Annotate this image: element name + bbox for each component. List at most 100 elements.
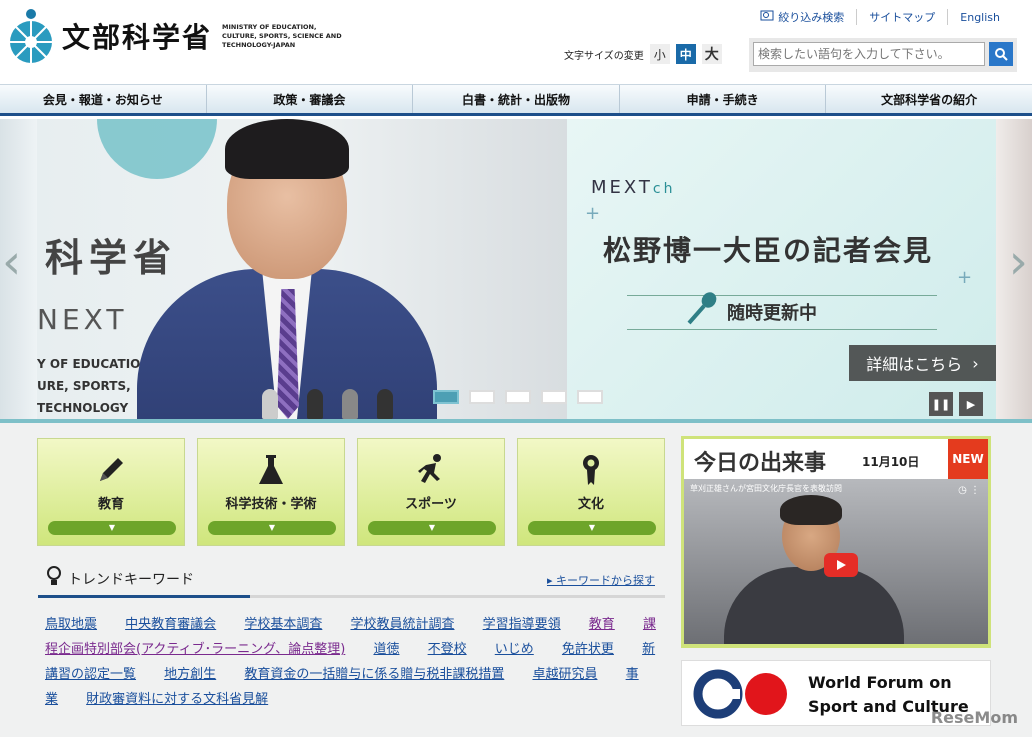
site-search xyxy=(749,38,1017,72)
category-label: スポーツ xyxy=(405,497,457,512)
search-by-keyword-link[interactable]: ▸ キーワードから探す xyxy=(547,572,655,588)
carousel-controls: ❚❚ ▶ xyxy=(929,392,983,416)
video-caption: 草刈正雄さんが宮田文化庁長官を表敬訪問 xyxy=(690,484,842,493)
pause-icon[interactable]: ❚❚ xyxy=(929,392,953,416)
trend-keyword-link[interactable]: 免許状更 xyxy=(562,642,614,657)
hero-subtitle: 随時更新中 xyxy=(727,303,817,324)
todays-events-header: 今日の出来事 11月10日 NEW xyxy=(684,439,988,479)
video-menu-icon[interactable]: ◷ ⋮ xyxy=(958,485,980,496)
trend-keyword-link[interactable]: 学校教員統計調査 xyxy=(350,617,454,632)
trend-underline xyxy=(38,595,250,598)
category-sports[interactable]: スポーツ ▼ xyxy=(357,438,505,546)
todays-events-title: 今日の出来事 xyxy=(694,450,827,476)
category-education[interactable]: 教育 ▼ xyxy=(37,438,185,546)
carousel-dot[interactable] xyxy=(469,390,495,404)
mext-logo-icon xyxy=(8,8,54,64)
site-logo[interactable]: 文部科学省 MINISTRY OF EDUCATION, CULTURE, SP… xyxy=(8,8,352,64)
nav-item-about[interactable]: 文部科学省の紹介 xyxy=(825,85,1032,113)
trend-keyword-link[interactable]: 地方創生 xyxy=(164,667,216,682)
video-player[interactable]: 草刈正雄さんが宮田文化庁長官を表敬訪問 ◷ ⋮ xyxy=(684,479,988,644)
category-label: 文化 xyxy=(577,497,604,512)
filter-search-label: 絞り込み検索 xyxy=(778,11,845,24)
site-header: 文部科学省 MINISTRY OF EDUCATION, CULTURE, SP… xyxy=(0,0,1032,84)
trend-keyword-link[interactable]: 中央教育審議会 xyxy=(125,617,216,632)
chevron-down-icon: ▼ xyxy=(368,521,496,535)
search-icon xyxy=(995,48,1008,61)
trend-keyword-link[interactable]: 教育 xyxy=(589,617,615,632)
divider xyxy=(627,295,937,296)
font-size-switcher: 文字サイズの変更 小 中 大 xyxy=(564,44,722,64)
sitemap-link[interactable]: サイトマップ xyxy=(856,9,947,25)
new-badge: NEW xyxy=(948,439,988,479)
trend-keyword-link[interactable]: 学校基本調査 xyxy=(244,617,322,632)
video-person-hair xyxy=(780,495,842,525)
play-icon[interactable]: ▶ xyxy=(959,392,983,416)
next-slide-arrow-icon[interactable]: › xyxy=(1009,234,1028,290)
trend-keyword-link[interactable]: 財政審資料に対する文科省見解 xyxy=(86,692,268,707)
medal-icon xyxy=(518,453,664,487)
trend-keywords-header: トレンドキーワード ▸ キーワードから探す xyxy=(38,560,665,598)
font-size-small-button[interactable]: 小 xyxy=(649,44,670,64)
search-input[interactable] xyxy=(753,42,985,66)
plus-decoration-icon: + xyxy=(585,203,601,224)
pencil-icon xyxy=(38,453,184,487)
trend-keyword-link[interactable]: 不登校 xyxy=(428,642,467,657)
lightbulb-icon xyxy=(46,566,62,592)
trend-keyword-link[interactable]: 卓越研究員 xyxy=(532,667,597,682)
carousel-dot[interactable] xyxy=(577,390,603,404)
font-size-medium-button[interactable]: 中 xyxy=(675,44,696,64)
site-title: 文部科学省 xyxy=(62,21,213,54)
hero-photo: 科学省 NEXT Y OF EDUCATION URE, SPORTS, TEC… xyxy=(37,119,567,419)
trend-keyword-link[interactable]: 学習指導要領 xyxy=(483,617,561,632)
video-person-body xyxy=(724,567,904,644)
watermark: ReseMom xyxy=(930,708,1018,727)
channel-name: MEXTch xyxy=(591,177,676,198)
microphones xyxy=(247,389,407,419)
nav-item-publications[interactable]: 白書・統計・出版物 xyxy=(412,85,619,113)
prev-slide-arrow-icon[interactable]: ‹ xyxy=(2,234,21,290)
trend-title: トレンドキーワード xyxy=(46,566,194,592)
hero-title: 松野博一大臣の記者会見 xyxy=(603,234,934,267)
global-nav: 会見・報道・お知らせ 政策・審議会 白書・統計・出版物 申請・手続き 文部科学省… xyxy=(0,84,1032,116)
trend-keyword-link[interactable]: 道徳 xyxy=(373,642,399,657)
detail-button[interactable]: 詳細はこちら › xyxy=(849,345,996,381)
font-size-large-button[interactable]: 大 xyxy=(701,44,722,64)
chevron-right-icon: › xyxy=(972,353,979,373)
chevron-down-icon: ▼ xyxy=(208,521,336,535)
world-forum-logo-icon xyxy=(692,667,792,725)
category-label: 科学技術・学術 xyxy=(225,497,317,512)
trend-keyword-link[interactable]: 教育資金の一括贈与に係る贈与税非課税措置 xyxy=(244,667,504,682)
category-science[interactable]: 科学技術・学術 ▼ xyxy=(197,438,345,546)
divider xyxy=(627,329,937,330)
category-culture[interactable]: 文化 ▼ xyxy=(517,438,665,546)
carousel-dot[interactable] xyxy=(541,390,567,404)
plus-decoration-icon: + xyxy=(957,267,973,288)
font-size-label: 文字サイズの変更 xyxy=(564,50,644,62)
trend-keyword-link[interactable]: いじめ xyxy=(495,642,534,657)
carousel-dot[interactable] xyxy=(505,390,531,404)
todays-events-date: 11月10日 xyxy=(862,455,920,469)
chevron-down-icon: ▼ xyxy=(48,521,176,535)
microphone-icon xyxy=(685,291,719,329)
english-link[interactable]: English xyxy=(947,9,1012,25)
search-button[interactable] xyxy=(989,42,1013,66)
detail-button-label: 詳細はこちら xyxy=(866,355,963,374)
carousel-indicators xyxy=(433,390,603,404)
filter-search-link[interactable]: 絞り込み検索 xyxy=(748,9,856,25)
category-label: 教育 xyxy=(97,497,124,512)
wall-text-en: NEXT xyxy=(37,303,128,336)
chevron-down-icon: ▼ xyxy=(528,521,656,535)
trend-keyword-link[interactable]: 鳥取地震 xyxy=(45,617,97,632)
flask-icon xyxy=(198,453,344,487)
nav-item-applications[interactable]: 申請・手続き xyxy=(618,85,826,113)
nav-item-policy[interactable]: 政策・審議会 xyxy=(205,85,413,113)
play-button-icon[interactable] xyxy=(824,553,858,577)
todays-events: 今日の出来事 11月10日 NEW 草刈正雄さんが宮田文化庁長官を表敬訪問 ◷ … xyxy=(681,436,991,648)
carousel-dot[interactable] xyxy=(433,390,459,404)
nav-item-press[interactable]: 会見・報道・お知らせ xyxy=(0,85,206,113)
minister-hair xyxy=(225,119,349,179)
utility-links: 絞り込み検索 サイトマップ English xyxy=(748,9,1012,25)
site-title-en: MINISTRY OF EDUCATION, CULTURE, SPORTS, … xyxy=(222,22,342,49)
runner-icon xyxy=(358,453,504,487)
wall-logo-shape xyxy=(97,119,217,179)
